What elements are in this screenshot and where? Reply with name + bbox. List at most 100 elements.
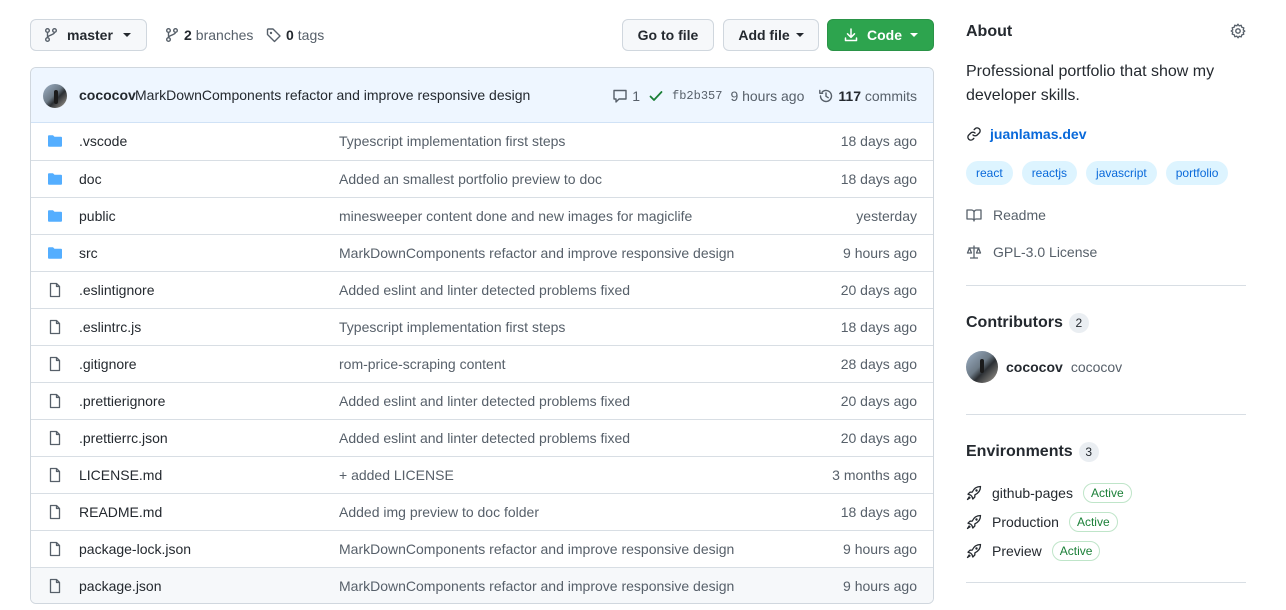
topic-tag[interactable]: javascript (1086, 161, 1157, 185)
avatar[interactable] (43, 84, 67, 108)
file-commit-message[interactable]: Typescript implementation first steps (339, 319, 565, 335)
file-name[interactable]: .prettierignore (79, 393, 165, 409)
file-row[interactable]: .gitignore rom-price-scraping content 28 d… (31, 345, 933, 382)
file-commit-message[interactable]: minesweeper content done and new images … (339, 208, 692, 224)
file-name[interactable]: .eslintrc.js (79, 319, 141, 335)
file-name[interactable]: .prettierrc.json (79, 430, 168, 446)
folder-icon (47, 245, 63, 261)
file-commit-message[interactable]: Added img preview to doc folder (339, 504, 539, 520)
file-commit-message[interactable]: MarkDownComponents refactor and improve … (339, 245, 734, 261)
file-row[interactable]: README.md Added img preview to doc folder… (31, 493, 933, 530)
environment-name[interactable]: Production (992, 514, 1059, 530)
chevron-down-icon (122, 33, 131, 37)
file-name[interactable]: .eslintignore (79, 282, 155, 298)
environments-heading[interactable]: Environments 3 (966, 442, 1099, 462)
commit-author[interactable]: cococov (79, 87, 136, 103)
repo-toolbar: master 2 branches 0 tags Go to file Add … (30, 19, 934, 51)
file-commit-message[interactable]: Added an smallest portfolio preview to d… (339, 171, 602, 187)
topic-tag[interactable]: react (966, 161, 1013, 185)
contributors-heading[interactable]: Contributors 2 (966, 313, 1089, 333)
file-commit-message[interactable]: Added eslint and linter detected problem… (339, 430, 630, 446)
topic-tag[interactable]: reactjs (1021, 161, 1078, 185)
tags-link[interactable]: 0 tags (266, 19, 324, 51)
file-row[interactable]: LICENSE.md + added LICENSE 3 months ago (31, 456, 933, 493)
file-row[interactable]: package.json MarkDownComponents refactor … (31, 567, 933, 603)
file-row[interactable]: .vscode Typescript implementation first s… (31, 123, 933, 160)
file-commit-message[interactable]: Added eslint and linter detected problem… (339, 282, 630, 298)
readme-link[interactable]: Readme (966, 207, 1046, 223)
environments-count: 3 (1078, 442, 1099, 462)
file-icon (47, 319, 63, 335)
file-name[interactable]: doc (79, 171, 102, 187)
file-icon (47, 356, 63, 372)
file-commit-message[interactable]: Added eslint and linter detected problem… (339, 393, 630, 409)
add-file-button[interactable]: Add file (723, 19, 819, 51)
file-name[interactable]: package-lock.json (79, 541, 191, 557)
book-icon (966, 207, 982, 223)
file-row[interactable]: src MarkDownComponents refactor and impro… (31, 234, 933, 271)
comment-count[interactable]: 1 (632, 88, 640, 104)
environment-item[interactable]: Production Active (966, 512, 1118, 532)
file-age: 20 days ago (840, 282, 917, 298)
file-name[interactable]: src (79, 245, 98, 261)
environment-item[interactable]: github-pages Active (966, 483, 1132, 503)
file-row[interactable]: public minesweeper content done and new i… (31, 197, 933, 234)
file-browser: cococov MarkDownComponents refactor and … (30, 67, 934, 604)
file-row[interactable]: .prettierrc.json Added eslint and linter … (31, 419, 933, 456)
file-row[interactable]: .prettierignore Added eslint and linter d… (31, 382, 933, 419)
file-commit-message[interactable]: MarkDownComponents refactor and improve … (339, 578, 734, 594)
file-row[interactable]: .eslintignore Added eslint and linter det… (31, 271, 933, 308)
go-to-file-button[interactable]: Go to file (622, 19, 714, 51)
topic-tag[interactable]: portfolio (1165, 161, 1229, 185)
comment-icon[interactable] (612, 88, 628, 104)
file-icon (47, 393, 63, 409)
file-commit-message[interactable]: + added LICENSE (339, 467, 454, 483)
file-commit-message[interactable]: MarkDownComponents refactor and improve … (339, 541, 734, 557)
file-name[interactable]: README.md (79, 504, 162, 520)
gear-icon[interactable] (1230, 23, 1246, 39)
environment-item[interactable]: Preview Active (966, 541, 1101, 561)
website-url: juanlamas.dev (990, 126, 1087, 142)
folder-icon (47, 171, 63, 187)
file-name[interactable]: LICENSE.md (79, 467, 162, 483)
history-icon (818, 88, 834, 104)
file-name[interactable]: package.json (79, 578, 162, 594)
avatar[interactable] (966, 351, 998, 383)
commit-time[interactable]: 9 hours ago (730, 88, 804, 104)
code-label: Code (867, 27, 902, 43)
website-link[interactable]: juanlamas.dev (966, 126, 1087, 142)
contributor-item[interactable]: cococov cococov (966, 351, 1122, 383)
topic-list: react reactjs javascript portfolio (966, 161, 1229, 185)
commit-message[interactable]: MarkDownComponents refactor and improve … (135, 87, 530, 103)
file-icon (47, 578, 63, 594)
commit-sha[interactable]: fb2b357 (672, 89, 722, 103)
file-row[interactable]: .eslintrc.js Typescript implementation fi… (31, 308, 933, 345)
file-icon (47, 467, 63, 483)
about-title: About (966, 23, 1013, 40)
rocket-icon (966, 514, 982, 530)
branch-select-button[interactable]: master (30, 19, 147, 51)
file-name[interactable]: .gitignore (79, 356, 137, 372)
commits-link[interactable]: 117 commits (838, 88, 917, 104)
file-age: 9 hours ago (843, 578, 917, 594)
file-icon (47, 430, 63, 446)
file-commit-message[interactable]: rom-price-scraping content (339, 356, 506, 372)
file-name[interactable]: .vscode (79, 133, 127, 149)
contributor-login: cococov (1006, 359, 1063, 375)
file-commit-message[interactable]: Typescript implementation first steps (339, 133, 565, 149)
file-row[interactable]: package-lock.json MarkDownComponents refa… (31, 530, 933, 567)
file-age: 3 months ago (832, 467, 917, 483)
code-button[interactable]: Code (827, 19, 934, 51)
file-name[interactable]: public (79, 208, 116, 224)
environment-name[interactable]: Preview (992, 543, 1042, 559)
contributors-title: Contributors (966, 314, 1063, 331)
check-icon[interactable] (648, 88, 664, 104)
contributors-count: 2 (1068, 313, 1089, 333)
license-link[interactable]: GPL-3.0 License (966, 244, 1097, 260)
readme-label: Readme (993, 207, 1046, 223)
rocket-icon (966, 543, 982, 559)
file-row[interactable]: doc Added an smallest portfolio preview t… (31, 160, 933, 197)
environment-name[interactable]: github-pages (992, 485, 1073, 501)
rocket-icon (966, 485, 982, 501)
branches-link[interactable]: 2 branches (164, 19, 253, 51)
